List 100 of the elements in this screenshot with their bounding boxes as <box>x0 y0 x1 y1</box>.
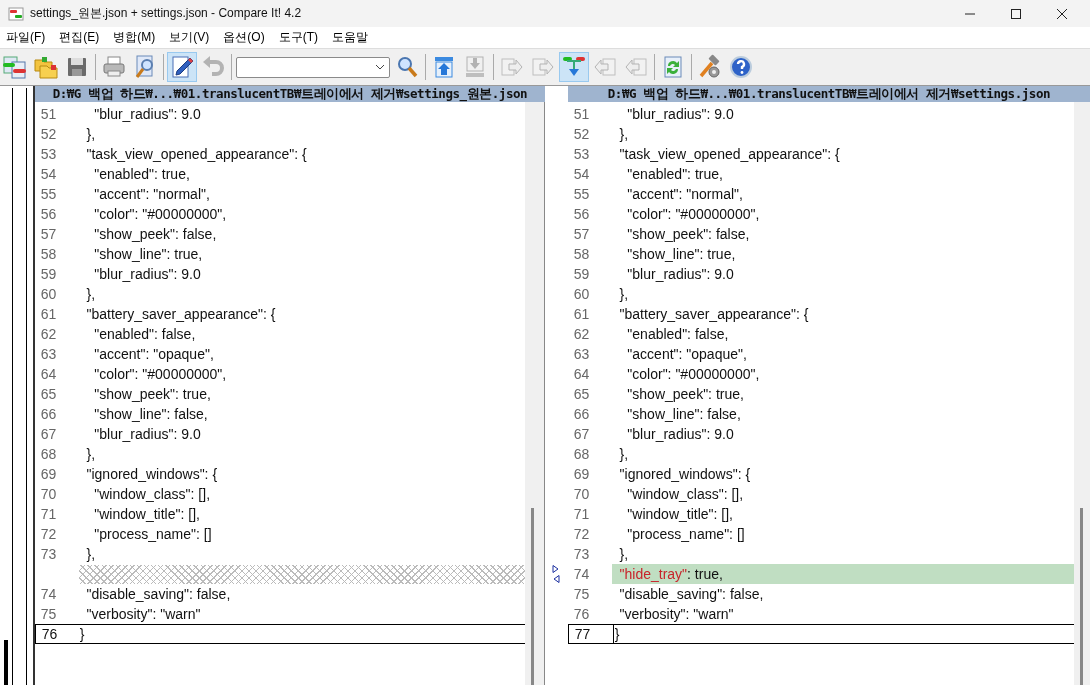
line-number: 77 <box>573 626 592 642</box>
code-line: "color": "#00000000", <box>626 206 760 222</box>
line-number: 66 <box>39 406 58 422</box>
line-number: 54 <box>39 166 58 182</box>
line-number: 53 <box>572 146 591 162</box>
code-line: "show_line": true, <box>93 246 203 262</box>
code-line: "disable_saving": false, <box>85 586 231 602</box>
line-number: 66 <box>572 406 591 422</box>
line-number: 56 <box>39 206 58 222</box>
line-number: 73 <box>572 546 591 562</box>
menu-item[interactable]: 병합(M) <box>111 29 162 46</box>
code-line: "ignored_windows": { <box>618 466 751 482</box>
next-diff-button[interactable] <box>559 52 589 82</box>
line-number: 67 <box>572 426 591 442</box>
line-number: 60 <box>572 286 591 302</box>
code-line: "blur_radius": 9.0 <box>93 426 201 442</box>
menu-item[interactable]: 편집(E) <box>57 29 106 46</box>
code-line: "process_name": [] <box>93 526 212 542</box>
line-number: 58 <box>572 246 591 262</box>
menu-item[interactable]: 보기(V) <box>167 29 216 46</box>
code-line: "color": "#00000000", <box>626 366 760 382</box>
line-number: 74 <box>572 566 591 582</box>
line-number: 76 <box>572 606 591 622</box>
line-number: 55 <box>572 186 591 202</box>
code-line: "window_title": [], <box>93 506 200 522</box>
menu-item[interactable]: 옵션(O) <box>221 29 271 46</box>
code-line: "show_line": false, <box>93 406 208 422</box>
code-line: "enabled": true, <box>93 166 190 182</box>
code-line: "show_peek": true, <box>93 386 211 402</box>
line-number: 59 <box>39 266 58 282</box>
code-line: }, <box>618 546 629 562</box>
dropdown-caret-icon[interactable] <box>375 64 385 70</box>
close-icon[interactable] <box>1056 7 1068 20</box>
code-line: "accent": "opaque", <box>93 346 214 362</box>
line-number: 72 <box>572 526 591 542</box>
code-line: "color": "#00000000", <box>93 366 227 382</box>
line-number: 70 <box>572 486 591 502</box>
maximize-icon[interactable] <box>1010 7 1022 20</box>
code-line: "battery_saver_appearance": { <box>85 306 276 322</box>
line-number: 63 <box>39 346 58 362</box>
code-line: "blur_radius": 9.0 <box>626 426 734 442</box>
code-line: "accent": "normal", <box>93 186 210 202</box>
line-number: 62 <box>572 326 591 342</box>
window-title: settings_원본.json + settings.json - Compare It! 4.2 <box>30 5 303 22</box>
line-number: 64 <box>572 366 591 382</box>
line-number: 70 <box>39 486 58 502</box>
line-number: 73 <box>39 546 58 562</box>
diff-marker-icon <box>552 564 561 584</box>
code-line: "blur_radius": 9.0 <box>626 106 734 122</box>
line-number: 69 <box>39 466 58 482</box>
line-number: 75 <box>39 606 58 622</box>
line-number: 59 <box>572 266 591 282</box>
app-icon <box>8 6 24 21</box>
code-line: } <box>79 626 85 642</box>
line-number: 67 <box>39 426 58 442</box>
line-number: 61 <box>572 306 591 322</box>
edit-button[interactable] <box>167 52 197 82</box>
code-line: "enabled": false, <box>626 326 729 342</box>
line-number: 55 <box>39 186 58 202</box>
line-number: 68 <box>39 446 58 462</box>
code-line: "enabled": false, <box>93 326 196 342</box>
line-number: 52 <box>572 126 591 142</box>
code-line: "window_class": [], <box>93 486 211 502</box>
line-number: 56 <box>572 206 591 222</box>
code-line: } <box>614 626 620 642</box>
code-line: "color": "#00000000", <box>93 206 227 222</box>
vertical-scrollbar[interactable] <box>525 102 546 685</box>
line-number: 71 <box>39 506 58 522</box>
code-line: "task_view_opened_appearance": { <box>618 146 840 162</box>
edit-icon <box>169 54 195 80</box>
code-line: "window_title": [], <box>626 506 733 522</box>
line-number: 65 <box>572 386 591 402</box>
diff-overview-bar[interactable] <box>0 86 35 685</box>
line-number: 51 <box>572 106 591 122</box>
menu-item[interactable]: 도구(T) <box>276 29 324 46</box>
code-line: "show_peek": false, <box>626 226 750 242</box>
line-number: 53 <box>39 146 58 162</box>
file-path-header: D:₩G 백업 하드₩...₩01.translucentTB₩트레이에서 제거₩settings_원본.json <box>34 86 546 102</box>
line-number: 57 <box>572 226 591 242</box>
search-combo-field[interactable] <box>236 56 390 78</box>
file-path-header: D:₩G 백업 하드₩...₩01.translucentTB₩트레이에서 제거₩settings.json <box>567 86 1090 102</box>
vertical-scrollbar[interactable] <box>1074 102 1090 685</box>
line-number: 68 <box>572 446 591 462</box>
menu-item[interactable]: 도움말 <box>330 29 374 46</box>
code-line: "enabled": true, <box>626 166 723 182</box>
line-number: 64 <box>39 366 58 382</box>
line-number: 62 <box>39 326 58 342</box>
code-line: "show_line": false, <box>626 406 741 422</box>
code-line: "process_name": [] <box>626 526 745 542</box>
code-line: "show_peek": true, <box>626 386 744 402</box>
line-number: 51 <box>39 106 58 122</box>
code-line: }, <box>85 286 96 302</box>
code-line: "battery_saver_appearance": { <box>618 306 809 322</box>
line-number: 63 <box>572 346 591 362</box>
menu-item[interactable]: 파일(F) <box>4 29 52 46</box>
code-line: }, <box>618 126 629 142</box>
code-line: "blur_radius": 9.0 <box>93 106 201 122</box>
line-number: 57 <box>39 226 58 242</box>
line-number: 52 <box>39 126 58 142</box>
code-line: "accent": "opaque", <box>626 346 747 362</box>
